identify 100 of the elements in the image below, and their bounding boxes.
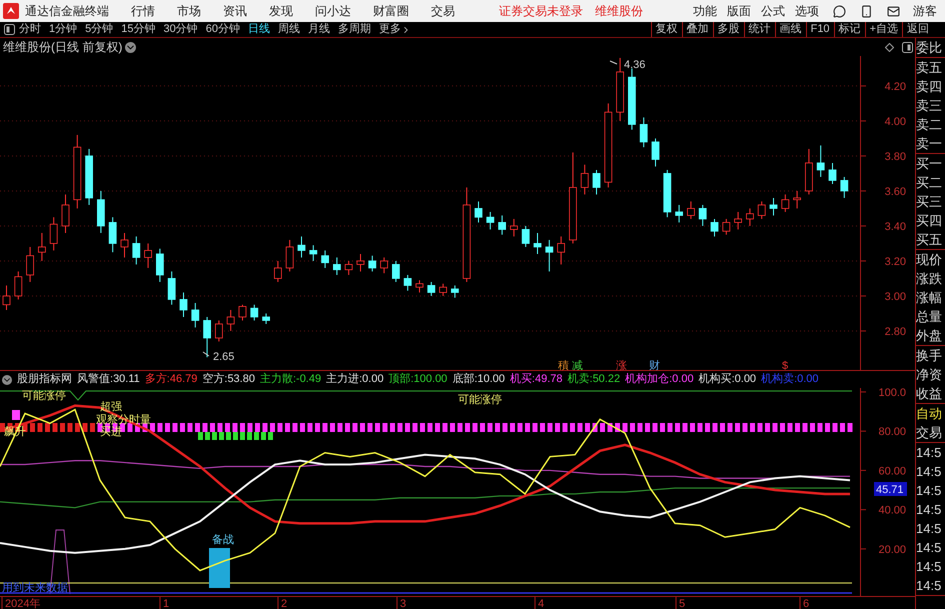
indicator-reading: 多方:46.79: [144, 372, 198, 388]
menu-item[interactable]: 选项: [795, 2, 819, 20]
candlestick: [215, 320, 223, 342]
menu-item[interactable]: 资讯: [223, 2, 247, 20]
period-tab[interactable]: 5分钟: [85, 21, 114, 38]
candlestick: [368, 255, 376, 272]
menu-item[interactable]: 功能: [693, 2, 717, 20]
diamond-icon[interactable]: [885, 42, 894, 52]
menu-item[interactable]: 行情: [131, 2, 155, 20]
date-label: 1: [163, 598, 170, 609]
candlestick: [132, 236, 140, 265]
candlestick: [557, 236, 565, 265]
quote-label: 14:5: [916, 577, 942, 595]
period-tab[interactable]: 60分钟: [206, 21, 240, 38]
candlestick: [545, 239, 554, 272]
quote-label: 买三: [916, 193, 943, 211]
quote-label: 卖五: [916, 59, 943, 77]
quote-label: 卖四: [916, 78, 943, 96]
candlestick: [156, 248, 164, 282]
toolbar-button[interactable]: 标记: [834, 22, 865, 37]
candlestick: [203, 316, 211, 358]
quote-label: 14:5: [916, 520, 942, 538]
indicator-reading: 机卖:50.22: [568, 372, 620, 388]
menu-item[interactable]: 发现: [269, 2, 293, 20]
candlestick: [238, 304, 246, 321]
indicator-reading: 机买:49.78: [510, 372, 562, 388]
date-label: 3: [400, 598, 406, 609]
candlestick: [380, 256, 388, 274]
quote-label: 交易: [916, 424, 943, 442]
candlestick: [2, 284, 10, 310]
candlestick: [687, 200, 695, 220]
candlestick: [108, 216, 117, 253]
indicator-reading: 机构买:0.00: [698, 372, 756, 388]
candlestick: [510, 218, 518, 237]
menu-item[interactable]: 财富圈: [373, 2, 409, 20]
date-label: 6: [803, 598, 810, 609]
toolbar-button[interactable]: 画线: [774, 22, 806, 37]
mail-icon[interactable]: [887, 4, 900, 18]
indicator-axis-label: 60.00: [878, 465, 906, 478]
candlestick: [344, 260, 353, 276]
quote-label: 卖二: [916, 116, 943, 134]
candlestick: [710, 218, 718, 237]
price-axis-label: 4.00: [884, 116, 906, 128]
candlestick: [321, 250, 329, 268]
toolbar-button[interactable]: 统计: [744, 22, 775, 37]
candlestick: [298, 236, 306, 258]
toolbar-button[interactable]: 叠加: [682, 22, 713, 37]
current-value-tag: 45.71: [874, 482, 907, 496]
period-tab[interactable]: 分时: [19, 21, 41, 38]
quote-label: 收益: [916, 385, 943, 403]
dropdown-icon[interactable]: [2, 374, 12, 384]
period-tab[interactable]: 月线: [308, 21, 330, 38]
quote-label: 14:5: [916, 558, 942, 576]
candlestick: [404, 274, 412, 292]
indicator-axis-label: 20.00: [878, 544, 906, 556]
period-tab[interactable]: 30分钟: [164, 21, 198, 38]
price-axis-label: 3.40: [884, 220, 906, 233]
date-label: 5: [679, 598, 686, 609]
quote-label: 买一: [916, 155, 943, 173]
toolbar-button[interactable]: 多股: [712, 22, 744, 37]
more-button[interactable]: 更多: [379, 21, 411, 38]
menu-item[interactable]: 版面: [727, 2, 751, 20]
quote-label: 14:5: [916, 463, 942, 481]
chat-icon[interactable]: [833, 4, 846, 18]
indicator-reading: 机构卖:0.00: [761, 372, 819, 388]
quote-label: 涨跌: [916, 270, 943, 288]
candlestick: [758, 200, 766, 220]
quote-label: 现价: [916, 251, 943, 269]
menu-item[interactable]: 市场: [177, 2, 201, 20]
candlestick: [698, 204, 707, 226]
period-tab[interactable]: 15分钟: [121, 21, 156, 38]
indicator-reading: 风警值:30.11: [77, 372, 140, 388]
period-tab[interactable]: 日线: [248, 21, 270, 38]
candlestick: [675, 204, 683, 223]
chart-annotation: 备战: [212, 534, 234, 546]
toolbar-button[interactable]: 返回: [902, 22, 933, 37]
signal-block: [12, 410, 20, 420]
indicator-name[interactable]: 股朋指标网: [17, 371, 72, 388]
dropdown-icon[interactable]: [125, 42, 136, 52]
quote-label: 涨幅: [916, 289, 943, 307]
toolbar-button[interactable]: +自选: [864, 22, 902, 37]
period-tab[interactable]: 1分钟: [49, 21, 78, 38]
quote-label: 14:5: [916, 444, 942, 462]
candlestick: [191, 302, 200, 328]
menu-item[interactable]: 问小达: [315, 2, 351, 20]
period-tab[interactable]: 周线: [278, 21, 300, 38]
phone-icon[interactable]: [860, 4, 873, 18]
candlestick: [356, 253, 364, 272]
indicator-reading: 底部:10.00: [452, 372, 505, 388]
panel-toggle-icon[interactable]: [902, 42, 913, 52]
period-tab[interactable]: 多周期: [338, 21, 371, 38]
app-title: 通达信金融终端: [25, 3, 109, 20]
toolbar-button[interactable]: 复权: [650, 22, 682, 37]
panel-toggle-icon[interactable]: [4, 24, 15, 35]
user-label[interactable]: 游客: [913, 2, 937, 20]
indicator-axis-label: 40.00: [878, 504, 906, 517]
menu-item[interactable]: 公式: [761, 2, 785, 20]
menu-item[interactable]: 交易: [431, 2, 455, 20]
candlestick: [793, 190, 801, 209]
toolbar-button[interactable]: F10: [806, 22, 834, 37]
